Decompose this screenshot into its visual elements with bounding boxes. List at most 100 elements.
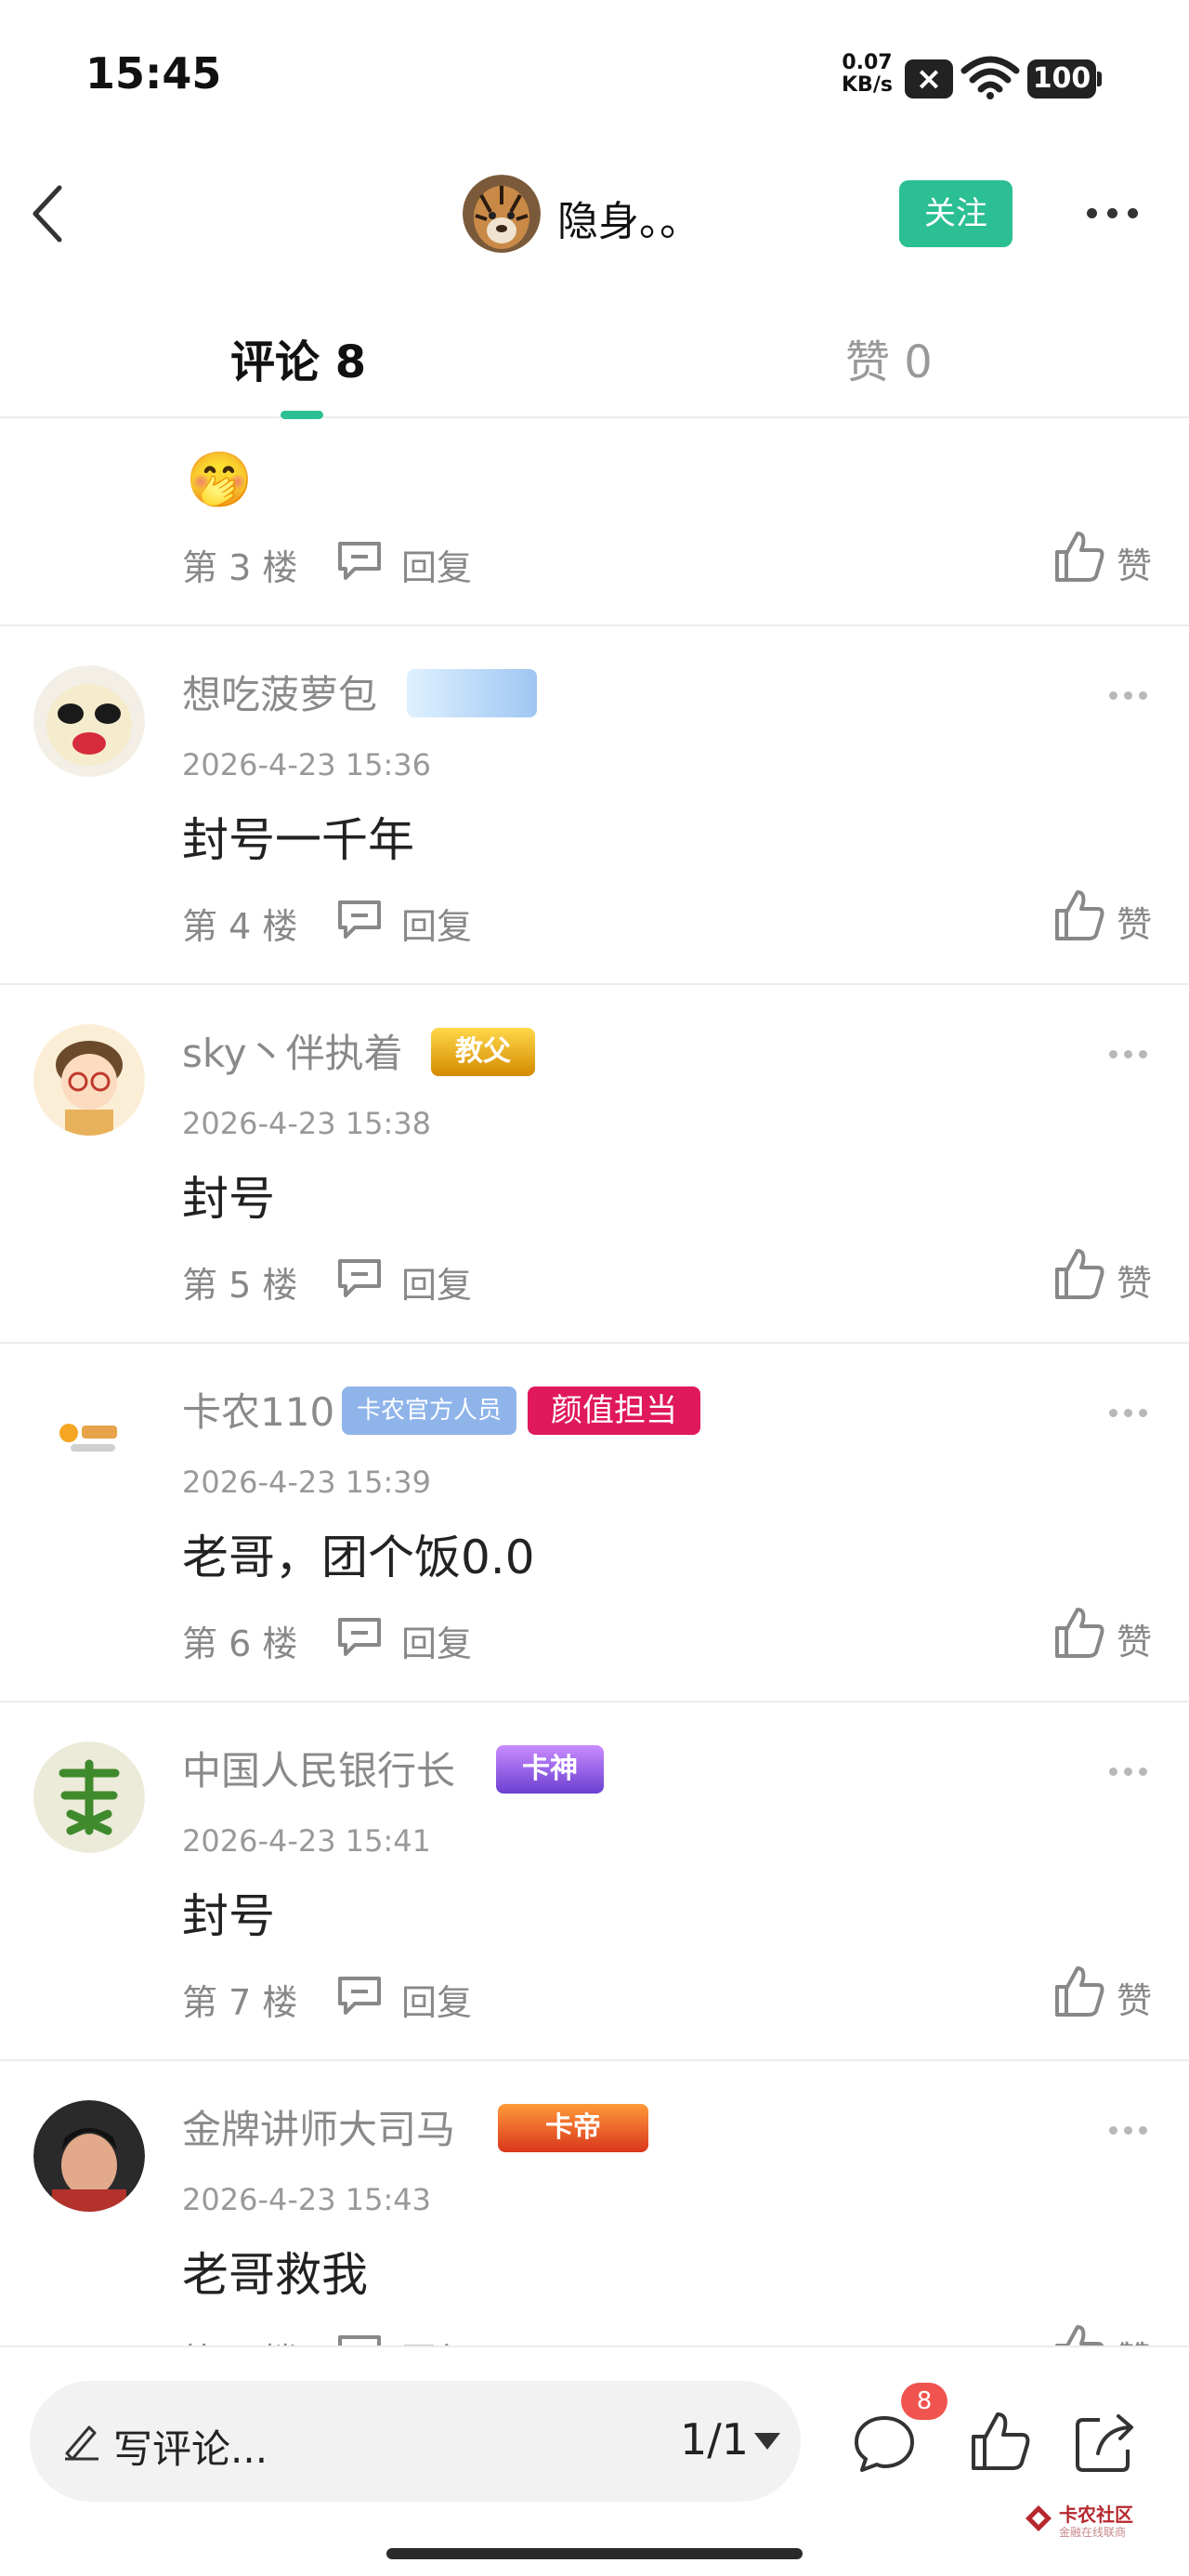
dot-icon bbox=[1124, 691, 1132, 700]
comment-item: 金牌讲师大司马 卡帝 2026-4-23 15:43 老哥救我 第 8 楼 回复… bbox=[0, 2061, 1189, 2346]
dropdown-arrow-icon[interactable] bbox=[754, 2433, 780, 2450]
commenter-avatar[interactable] bbox=[33, 1383, 145, 1494]
commenter-avatar[interactable] bbox=[33, 2100, 145, 2212]
reply-button[interactable]: 回复 bbox=[334, 1256, 472, 1306]
like-button[interactable]: 赞 bbox=[1053, 1247, 1152, 1304]
like-button[interactable]: 赞 bbox=[1053, 1606, 1152, 1663]
tab-comments[interactable]: 评论 8 bbox=[230, 325, 366, 390]
reply-icon bbox=[338, 1618, 381, 1656]
comment-time: 2026-4-23 15:39 bbox=[182, 1465, 431, 1500]
bottom-action-bar: 写评论... 1/1 8 卡农社区 金融在线联商 bbox=[0, 2346, 1189, 2576]
floor-number: 第 6 楼 bbox=[182, 1623, 298, 1664]
watermark-logo-icon bbox=[1026, 2505, 1052, 2531]
comment-text: 封号 bbox=[182, 1889, 275, 1943]
dot-icon bbox=[1109, 1050, 1117, 1058]
comment-text: 封号一千年 bbox=[182, 813, 414, 867]
dot-icon bbox=[1128, 208, 1138, 218]
write-comment-input[interactable]: 写评论... 1/1 bbox=[30, 2381, 801, 2502]
user-level-badge bbox=[407, 669, 537, 717]
dot-icon bbox=[1107, 208, 1117, 218]
commenter-avatar[interactable] bbox=[33, 1741, 145, 1853]
status-bar: 15:45 0.07 KB/s × 100 bbox=[0, 0, 1189, 139]
reply-button[interactable]: 回复 bbox=[334, 539, 472, 588]
commenter-avatar[interactable] bbox=[33, 1024, 145, 1136]
reply-button[interactable]: 回复 bbox=[334, 1974, 472, 2023]
dot-icon bbox=[1139, 2126, 1147, 2135]
back-button[interactable] bbox=[19, 177, 84, 251]
thumbs-up-icon bbox=[1055, 1966, 1104, 2017]
comment-text: 老哥，团个饭0.0 bbox=[182, 1531, 535, 1584]
comment-tabs: 评论 8 赞 0 bbox=[0, 307, 1189, 419]
author-name[interactable]: 隐身。。 bbox=[557, 188, 700, 247]
network-speed: 0.07 KB/s bbox=[842, 52, 893, 97]
comment-emoji: 🤭 bbox=[186, 448, 254, 511]
thumbs-up-icon[interactable] bbox=[966, 2409, 1033, 2476]
reply-label: 回复 bbox=[401, 1623, 473, 1664]
like-button[interactable]: 赞 bbox=[1053, 2323, 1152, 2346]
like-button[interactable]: 赞 bbox=[1053, 1965, 1152, 2021]
reply-button[interactable]: 回复 bbox=[334, 1615, 472, 1664]
user-level-badge: 卡帝 bbox=[498, 2104, 648, 2152]
page-selector[interactable]: 1/1 bbox=[680, 2414, 749, 2464]
user-level-badge: 教父 bbox=[431, 1028, 535, 1076]
commenter-name[interactable]: sky丶伴执着 bbox=[182, 1022, 403, 1079]
reply-button[interactable]: 回复 bbox=[334, 2333, 472, 2346]
watermark-subtitle: 金融在线联商 bbox=[1059, 2526, 1127, 2539]
commenter-name[interactable]: 中国人民银行长 bbox=[182, 1740, 455, 1796]
dot-icon bbox=[1139, 1768, 1147, 1776]
follow-button[interactable]: 关注 bbox=[899, 180, 1013, 247]
share-icon[interactable] bbox=[1072, 2409, 1139, 2476]
title-badge: 颜值担当 bbox=[528, 1387, 700, 1435]
network-speed-unit: KB/s bbox=[842, 73, 893, 97]
community-watermark: 卡农社区 金融在线联商 bbox=[1022, 2496, 1170, 2543]
floor-number: 第 4 楼 bbox=[182, 906, 298, 947]
like-label: 赞 bbox=[1117, 1980, 1153, 2021]
dot-icon bbox=[1124, 2126, 1132, 2135]
comment-item: sky丶伴执着 教父 2026-4-23 15:38 封号 第 5 楼 回复 赞 bbox=[0, 985, 1189, 1344]
dot-icon bbox=[1139, 1409, 1147, 1417]
commenter-name[interactable]: 金牌讲师大司马 bbox=[182, 2098, 455, 2155]
reply-icon bbox=[338, 1977, 381, 2015]
comment-more-button[interactable] bbox=[1109, 1050, 1150, 1061]
dot-icon bbox=[1124, 1409, 1132, 1417]
reply-icon bbox=[338, 900, 381, 939]
dot-icon bbox=[1087, 208, 1097, 218]
floor-number: 第 3 楼 bbox=[182, 547, 298, 588]
post-header: 隐身。。 关注 bbox=[0, 139, 1189, 288]
comment-more-button[interactable] bbox=[1109, 691, 1150, 703]
comment-item: 中国人民银行长 卡神 2026-4-23 15:41 封号 第 7 楼 回复 赞 bbox=[0, 1702, 1189, 2061]
comment-more-button[interactable] bbox=[1109, 2126, 1150, 2137]
commenter-name[interactable]: 卡农110 bbox=[182, 1381, 334, 1438]
reply-label: 回复 bbox=[401, 2333, 472, 2346]
author-avatar[interactable] bbox=[463, 175, 541, 253]
floor-number: 第 5 楼 bbox=[182, 1265, 298, 1306]
commenter-name[interactable]: 想吃菠萝包 bbox=[182, 664, 377, 720]
thumbs-up-icon bbox=[1055, 1608, 1104, 1658]
dot-icon bbox=[1109, 1409, 1117, 1417]
thumbs-up-icon bbox=[1055, 532, 1104, 582]
like-label: 赞 bbox=[1117, 904, 1153, 945]
like-button[interactable]: 赞 bbox=[1053, 530, 1152, 586]
commenter-avatar[interactable] bbox=[33, 665, 145, 777]
comment-time: 2026-4-23 15:41 bbox=[182, 1823, 431, 1859]
comment-item: 卡农110 卡农官方人员 颜值担当 2026-4-23 15:39 老哥，团个饭… bbox=[0, 1344, 1189, 1702]
reply-label: 回复 bbox=[401, 1265, 473, 1306]
home-indicator[interactable] bbox=[386, 2548, 803, 2559]
watermark-title: 卡农社区 bbox=[1059, 2504, 1133, 2526]
like-label: 赞 bbox=[1117, 2331, 1152, 2346]
like-label: 赞 bbox=[1117, 545, 1153, 586]
like-button[interactable]: 赞 bbox=[1053, 888, 1152, 945]
comment-more-button[interactable] bbox=[1109, 1409, 1150, 1420]
comment-time: 2026-4-23 15:38 bbox=[182, 1106, 431, 1141]
reply-label: 回复 bbox=[401, 1982, 473, 2023]
reply-icon bbox=[338, 1259, 381, 1297]
comment-icon[interactable] bbox=[851, 2409, 918, 2476]
comment-time: 2026-4-23 15:36 bbox=[182, 747, 431, 782]
comment-more-button[interactable] bbox=[1109, 1768, 1150, 1779]
reply-button[interactable]: 回复 bbox=[334, 898, 472, 947]
wifi-icon bbox=[960, 56, 1020, 99]
dot-icon bbox=[1124, 1768, 1132, 1776]
more-options-button[interactable] bbox=[1087, 204, 1143, 223]
dot-icon bbox=[1109, 691, 1117, 700]
tab-likes[interactable]: 赞 0 bbox=[845, 325, 933, 390]
